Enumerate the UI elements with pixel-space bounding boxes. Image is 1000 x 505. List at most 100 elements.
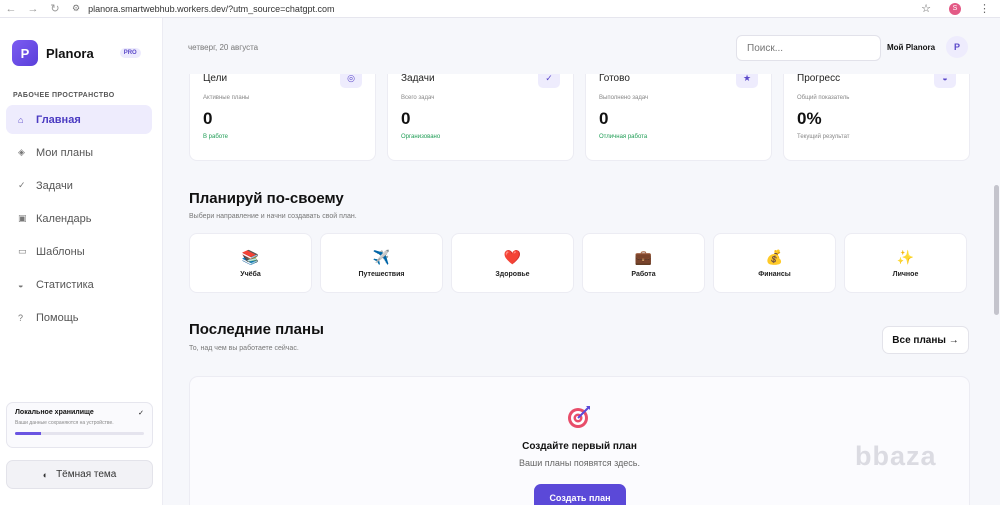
sidebar-item-calendar[interactable]: ▣ Календарь <box>6 204 152 233</box>
all-plans-button[interactable]: Все планы → <box>882 326 969 354</box>
dark-theme-button[interactable]: ◐ Тёмная тема <box>6 460 153 489</box>
sidebar-item-home[interactable]: ⌂ Главная <box>6 105 152 134</box>
forward-icon[interactable]: → <box>22 3 44 15</box>
stat-value: 0 <box>599 109 609 128</box>
stat-note: В работе <box>203 134 229 140</box>
direction-card-study[interactable]: 📚 Учёба <box>189 233 312 293</box>
stat-subtitle: Всего задач <box>401 95 435 101</box>
check-icon: ✓ <box>538 74 560 88</box>
directions-title: Планируй по-своему <box>189 190 344 207</box>
current-date: четверг, 20 августа <box>188 43 259 52</box>
stat-subtitle: Общий показатель <box>797 95 850 101</box>
calendar-icon: ▣ <box>18 213 27 223</box>
sidebar-item-label: Мои планы <box>36 146 94 159</box>
half-moon-icon: ◐ <box>42 469 49 480</box>
storage-progress-fill <box>15 432 41 435</box>
sidebar-item-my-plans[interactable]: ◈ Мои планы <box>6 138 152 167</box>
user-name[interactable]: Мой Planora <box>887 43 935 52</box>
briefcase-icon: 💼 <box>634 249 653 265</box>
stat-card-goals[interactable]: Цели ◎ Активные планы 0 В работе <box>189 74 376 161</box>
browser-toolbar: ← → ↻ ⚙ planora.smartwebhub.workers.dev/… <box>0 0 1000 18</box>
brand-logo[interactable]: P <box>12 40 38 66</box>
direction-card-personal[interactable]: ✨ Личное <box>844 233 967 293</box>
heart-icon: ❤️ <box>503 249 522 265</box>
stat-title: Готово <box>599 74 630 84</box>
stat-note: Текущий результат <box>797 134 850 140</box>
target-dart-icon <box>568 406 590 428</box>
recent-plans-title: Последние планы <box>189 321 324 338</box>
empty-state-title: Создайте первый план <box>522 441 637 452</box>
money-bag-icon: 💰 <box>765 249 784 265</box>
plans-icon: ◈ <box>18 147 25 157</box>
empty-state-subtitle: Ваши планы появятся здесь. <box>519 458 640 468</box>
sidebar-item-templates[interactable]: ▭ Шаблоны <box>6 237 152 266</box>
local-storage-card: Локальное хранилище ✓ Ваши данные сохран… <box>6 402 153 448</box>
direction-card-work[interactable]: 💼 Работа <box>582 233 705 293</box>
direction-label: Личное <box>892 271 919 278</box>
site-info-icon[interactable]: ⚙ <box>72 3 80 14</box>
direction-label: Финансы <box>758 271 791 278</box>
sidebar-nav: ⌂ Главная ◈ Мои планы ✓ Задачи ▣ Календа… <box>0 105 162 332</box>
stat-subtitle: Активные планы <box>203 95 250 101</box>
top-bar: четверг, 20 августа Мой Planora P <box>164 18 1000 74</box>
empty-state-panel: Создайте первый план Ваши планы появятся… <box>189 376 970 505</box>
target-icon: ◎ <box>340 74 362 88</box>
stat-title: Цели <box>203 74 228 84</box>
sidebar-item-label: Календарь <box>36 212 92 225</box>
directions-row: 📚 Учёба ✈️ Путешествия ❤️ Здоровье 💼 Раб… <box>189 233 967 293</box>
direction-card-travel[interactable]: ✈️ Путешествия <box>320 233 443 293</box>
storage-subtitle: Ваши данные сохраняются на устройстве. <box>15 420 114 426</box>
sidebar-item-label: Задачи <box>36 179 73 192</box>
books-icon: 📚 <box>241 249 260 265</box>
recent-plans-subtitle: То, над чем вы работаете сейчас. <box>189 345 299 352</box>
template-icon: ▭ <box>18 246 27 256</box>
stats-row: Цели ◎ Активные планы 0 В работе Задачи … <box>189 74 970 161</box>
watermark: bbaza <box>855 441 937 471</box>
url-text: planora.smartwebhub.workers.dev/?utm_sou… <box>88 3 335 14</box>
sidebar-item-label: Статистика <box>36 278 94 291</box>
back-icon[interactable]: ← <box>0 3 22 15</box>
directions-subtitle: Выбери направление и начни создавать сво… <box>189 213 357 220</box>
statistics-icon: ◒ <box>18 279 24 290</box>
search-input[interactable] <box>736 35 881 61</box>
star-icon: ★ <box>736 74 758 88</box>
avatar[interactable]: P <box>946 36 968 58</box>
dark-theme-label: Тёмная тема <box>56 469 117 480</box>
profile-avatar[interactable]: S <box>949 2 961 15</box>
sidebar: P Planora PRO РАБОЧЕЕ ПРОСТРАНСТВО ⌂ Гла… <box>0 18 163 505</box>
stat-value: 0 <box>401 109 411 128</box>
direction-label: Работа <box>631 271 656 278</box>
browser-menu-icon[interactable]: ⋮ <box>979 2 990 15</box>
home-icon: ⌂ <box>18 114 24 125</box>
direction-label: Учёба <box>240 271 261 278</box>
sidebar-item-help[interactable]: ? Помощь <box>6 303 152 332</box>
direction-card-finance[interactable]: 💰 Финансы <box>713 233 836 293</box>
stat-subtitle: Выполнено задач <box>599 95 649 101</box>
storage-title: Локальное хранилище <box>15 409 94 416</box>
sidebar-item-label: Шаблоны <box>36 245 85 258</box>
brand: P Planora PRO <box>0 18 162 66</box>
direction-label: Путешествия <box>358 271 405 278</box>
direction-card-health[interactable]: ❤️ Здоровье <box>451 233 574 293</box>
sidebar-item-label: Помощь <box>36 311 79 324</box>
stat-card-done[interactable]: Готово ★ Выполнено задач 0 Отличная рабо… <box>585 74 772 161</box>
sparkles-icon: ✨ <box>896 249 915 265</box>
pro-badge: PRO <box>119 48 141 58</box>
page-scrollbar[interactable] <box>994 185 999 315</box>
address-bar[interactable]: ⚙ planora.smartwebhub.workers.dev/?utm_s… <box>72 2 921 16</box>
check-icon: ✓ <box>138 410 144 417</box>
bookmark-star-icon[interactable]: ☆ <box>921 2 931 15</box>
sidebar-item-label: Главная <box>36 113 81 126</box>
pie-chart-icon: ◒ <box>934 74 956 88</box>
workspace-section-label: РАБОЧЕЕ ПРОСТРАНСТВО <box>13 92 115 99</box>
stat-card-progress[interactable]: Прогресс ◒ Общий показатель 0% Текущий р… <box>783 74 970 161</box>
brand-name: Planora <box>46 45 94 61</box>
sidebar-item-tasks[interactable]: ✓ Задачи <box>6 171 152 200</box>
sidebar-item-statistics[interactable]: ◒ Статистика <box>6 270 152 299</box>
stat-note: Организовано <box>401 134 441 140</box>
check-icon: ✓ <box>18 180 26 190</box>
stat-card-tasks[interactable]: Задачи ✓ Всего задач 0 Организовано <box>387 74 574 161</box>
create-plan-button[interactable]: Создать план <box>534 484 626 505</box>
storage-progress-bar <box>15 432 144 435</box>
reload-icon[interactable]: ↻ <box>44 2 66 15</box>
